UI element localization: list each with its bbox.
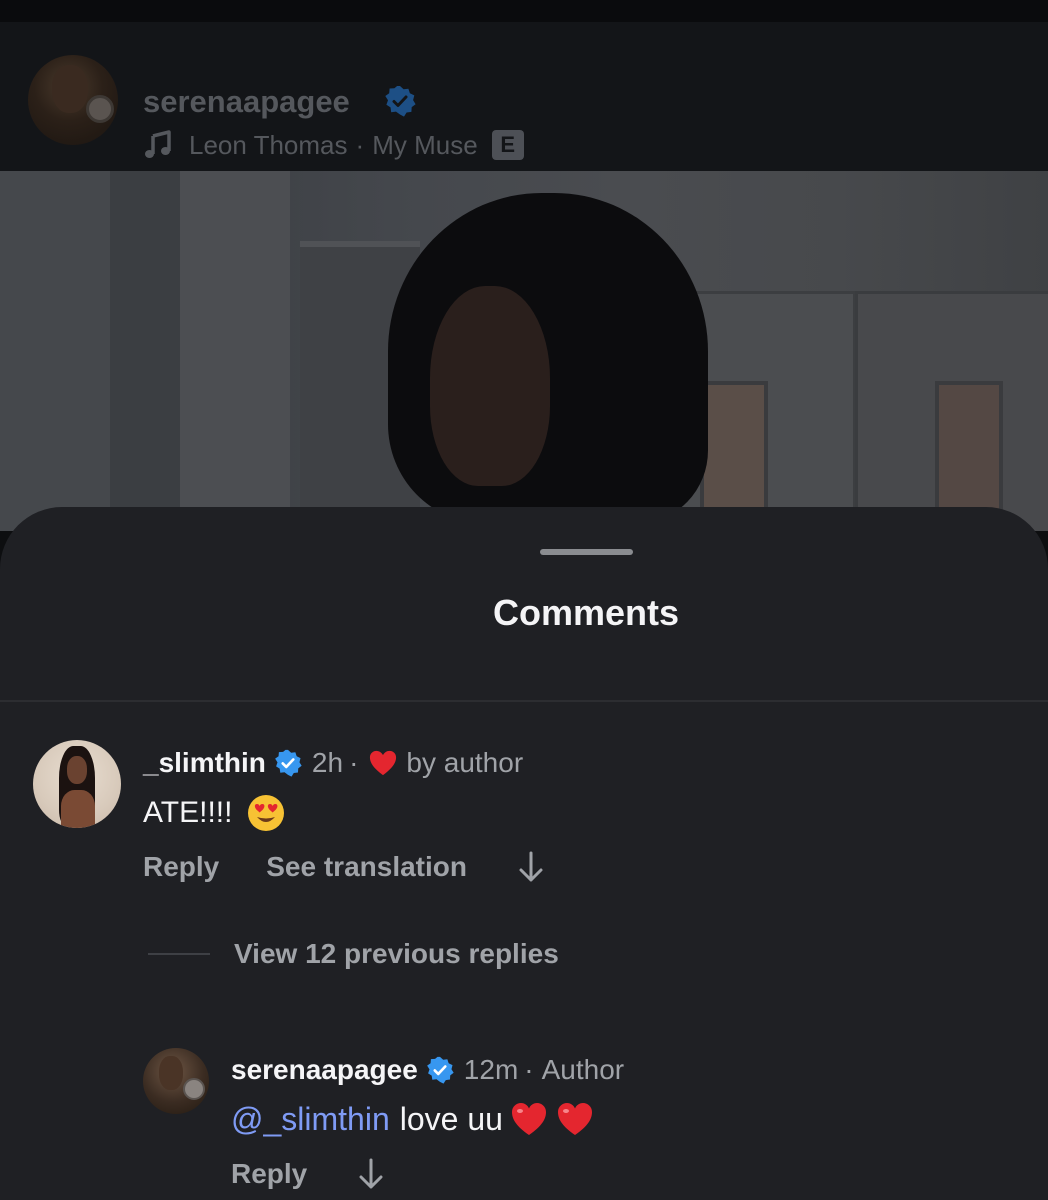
image-door-trim <box>180 171 290 531</box>
reply-time: 12m <box>463 1054 519 1085</box>
comment-text-content: ATE!!!! <box>143 796 233 829</box>
mention-link[interactable]: @_slimthin <box>231 1101 390 1138</box>
post-author-username[interactable]: serenaapagee <box>143 82 350 122</box>
music-separator: · <box>355 129 365 160</box>
comment-header: _slimthin 2h · by author <box>143 743 523 783</box>
image-wall <box>0 171 110 531</box>
reply-author-username[interactable]: serenaapagee <box>231 1054 418 1086</box>
status-bar <box>0 0 1048 22</box>
verified-badge-icon <box>275 749 302 777</box>
comment-time: 2h <box>311 747 344 778</box>
instagram-post-comments-screen: serenaapagee Leon Thomas · My Muse E Com… <box>0 0 1048 1200</box>
reply-button[interactable]: Reply <box>231 1158 307 1190</box>
reply-text: @_slimthin love uu <box>231 1097 595 1141</box>
arrow-down-icon[interactable] <box>517 850 545 884</box>
liked-heart-icon <box>370 750 397 776</box>
avatar-face <box>67 756 87 784</box>
sheet-drag-handle[interactable] <box>540 549 633 555</box>
commenter-avatar[interactable] <box>33 740 121 828</box>
arrow-down-icon[interactable] <box>357 1157 385 1191</box>
author-badge: Author <box>541 1054 625 1085</box>
heart-eyes-emoji-icon <box>248 795 285 831</box>
meta-separator: · <box>349 747 359 778</box>
post-author-avatar[interactable] <box>28 55 118 145</box>
view-previous-replies-button[interactable]: View 12 previous replies <box>148 934 559 974</box>
sheet-divider <box>0 700 1048 702</box>
comment-text: ATE!!!! <box>143 791 286 835</box>
comments-sheet: Comments _slimthin 2h · by author ATE!!!… <box>0 507 1048 1200</box>
verified-badge-icon <box>385 86 416 117</box>
avatar-face <box>52 65 88 113</box>
reply-button[interactable]: Reply <box>143 851 219 883</box>
sheet-title: Comments <box>0 591 1048 635</box>
avatar-face <box>159 1056 183 1090</box>
replies-line <box>148 953 210 955</box>
post-image[interactable] <box>0 171 1048 531</box>
post-header: serenaapagee Leon Thomas · My Muse E <box>0 22 1048 171</box>
red-heart-emoji-icon <box>511 1103 546 1135</box>
see-translation-button[interactable]: See translation <box>266 851 467 883</box>
liked-by-author-label: by author <box>406 747 524 778</box>
reply-author-avatar[interactable] <box>143 1048 209 1114</box>
image-pillar <box>110 171 180 531</box>
sheet-title-text: Comments <box>492 592 680 633</box>
verified-badge-icon <box>426 1056 454 1084</box>
red-heart-emoji-icon <box>557 1103 592 1135</box>
post-music-row[interactable]: Leon Thomas · My Muse E <box>143 126 524 164</box>
avatar-camera <box>183 1078 205 1100</box>
view-replies-label: View 12 previous replies <box>234 938 559 969</box>
music-title: My Muse <box>372 129 478 160</box>
avatar-camera <box>86 95 114 123</box>
reply-actions: Reply <box>231 1154 385 1194</box>
meta-separator: · <box>524 1054 534 1085</box>
reply-header: serenaapagee 12m · Author <box>231 1050 624 1090</box>
avatar-body <box>61 790 95 828</box>
commenter-username[interactable]: _slimthin <box>143 747 266 779</box>
music-artist: Leon Thomas <box>189 129 348 160</box>
image-subject-face <box>430 286 550 486</box>
music-note-icon <box>145 130 171 158</box>
comment-actions: Reply See translation <box>143 847 545 887</box>
explicit-badge: E <box>491 130 524 160</box>
reply-text-content: love uu <box>399 1100 503 1137</box>
